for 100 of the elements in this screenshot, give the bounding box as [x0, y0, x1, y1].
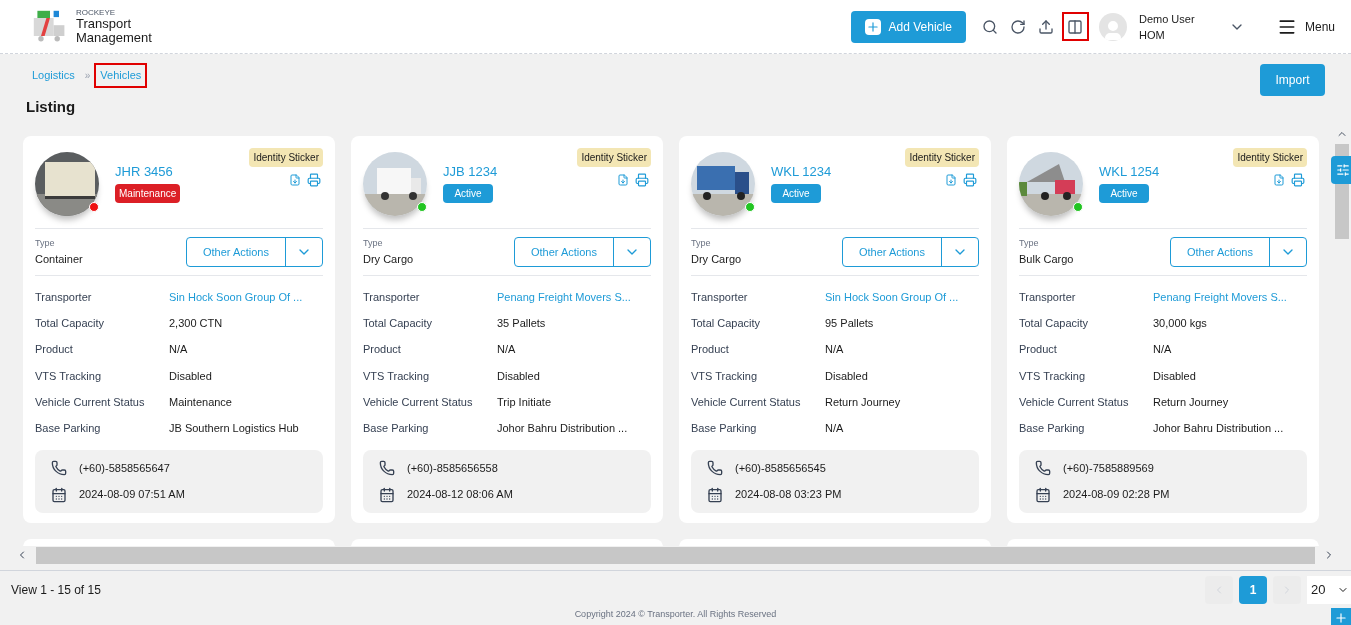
detail-label: Product — [35, 342, 74, 358]
detail-label: Base Parking — [691, 421, 758, 437]
calendar-icon — [707, 486, 723, 503]
detail-value: Trip Initiate — [497, 395, 551, 411]
detail-value: Johor Bahru Distribution ... — [497, 421, 628, 437]
brand-title: Management — [76, 31, 152, 45]
search-icon[interactable] — [981, 18, 998, 35]
type-label: Type — [363, 237, 384, 250]
detail-value: N/A — [169, 342, 188, 358]
type-label: Type — [691, 237, 712, 250]
detail-label: Total Capacity — [363, 316, 434, 332]
phone-number: (+60)-7585889569 — [1063, 460, 1154, 476]
phone-icon — [1035, 460, 1051, 477]
breadcrumb-link[interactable]: Logistics — [26, 63, 81, 88]
upload-icon[interactable] — [1037, 18, 1054, 35]
detail-label: VTS Tracking — [35, 368, 103, 384]
calendar-icon — [1035, 486, 1051, 503]
detail-label: Transporter — [691, 289, 749, 305]
page-title: Listing — [26, 96, 77, 117]
detail-label: Product — [691, 342, 730, 358]
identity-sticker-badge[interactable]: Identity Sticker — [1233, 148, 1307, 167]
detail-label: Total Capacity — [35, 316, 106, 332]
page-button[interactable]: 1 — [1239, 575, 1267, 604]
import-button[interactable]: Import — [1260, 64, 1325, 96]
detail-value: 30,000 kgs — [1153, 316, 1207, 332]
plus-icon — [1334, 611, 1348, 625]
type-value: Dry Cargo — [363, 251, 414, 267]
add-button[interactable] — [1331, 608, 1351, 625]
brand-small: ROCKEYE — [76, 8, 117, 17]
filter-button[interactable] — [1331, 156, 1351, 184]
plate-link[interactable]: JHR 3456 — [115, 164, 173, 180]
calendar-icon — [379, 486, 395, 503]
type-value: Bulk Cargo — [1019, 251, 1074, 267]
detail-value: Disabled — [497, 368, 540, 384]
phone-number: (+60)-8585656545 — [735, 460, 826, 476]
identity-sticker-badge[interactable]: Identity Sticker — [577, 148, 651, 167]
printer-icon[interactable] — [1291, 173, 1305, 187]
add-vehicle-button[interactable]: Add Vehicle — [850, 10, 966, 43]
page-size-select[interactable]: 20 — [1307, 575, 1351, 604]
transporter-link[interactable]: Penang Freight Movers S... — [1153, 288, 1287, 306]
printer-icon[interactable] — [963, 173, 977, 187]
calendar-icon — [51, 486, 67, 503]
sliders-icon — [1336, 163, 1350, 177]
phone-number: (+60)-5858565647 — [79, 460, 170, 476]
date-text: 2024-08-12 08:06 AM — [407, 487, 513, 503]
detail-label: Base Parking — [35, 421, 102, 437]
identity-sticker-badge[interactable]: Identity Sticker — [249, 148, 323, 167]
detail-label: Total Capacity — [1019, 316, 1090, 332]
file-download-icon[interactable] — [945, 173, 957, 187]
file-download-icon[interactable] — [617, 173, 629, 187]
detail-label: Product — [363, 342, 402, 358]
file-download-icon[interactable] — [1273, 173, 1285, 187]
plus-icon — [865, 19, 880, 34]
status-badge: Active — [1099, 184, 1149, 203]
type-label: Type — [35, 237, 56, 250]
detail-value: Disabled — [169, 368, 212, 384]
printer-icon[interactable] — [635, 173, 649, 187]
brand-title: Transport — [76, 17, 133, 31]
detail-label: Vehicle Current Status — [1019, 395, 1130, 411]
date-text: 2024-08-08 03:23 PM — [735, 487, 842, 503]
menu-button[interactable]: Menu — [1276, 16, 1335, 37]
plate-link[interactable]: JJB 1234 — [443, 164, 498, 180]
phone-number: (+60)-8585656558 — [407, 460, 498, 476]
phone-icon — [51, 460, 67, 477]
detail-label: Total Capacity — [691, 316, 762, 332]
transporter-link[interactable]: Penang Freight Movers S... — [497, 288, 631, 306]
detail-label: Base Parking — [1019, 421, 1086, 437]
user-role: HOM — [1138, 27, 1166, 43]
phone-icon — [379, 460, 395, 477]
refresh-icon[interactable] — [1009, 18, 1026, 35]
detail-value: Johor Bahru Distribution ... — [1153, 421, 1284, 437]
date-text: 2024-08-09 02:28 PM — [1063, 487, 1170, 503]
detail-value: N/A — [497, 342, 516, 358]
transporter-link[interactable]: Sin Hock Soon Group Of ... — [169, 288, 303, 306]
detail-value: N/A — [825, 421, 844, 437]
status-badge: Maintenance — [115, 184, 181, 203]
detail-value: N/A — [1153, 342, 1172, 358]
copyright-text: Copyright 2024 © Transporter. All Rights Reserved — [574, 608, 777, 621]
detail-label: Vehicle Current Status — [691, 395, 802, 411]
transporter-link[interactable]: Sin Hock Soon Group Of ... — [825, 288, 959, 306]
printer-icon[interactable] — [307, 173, 321, 187]
view-count: View 1 - 15 of 15 — [11, 581, 101, 599]
detail-value: JB Southern Logistics Hub — [169, 421, 299, 437]
detail-label: Transporter — [1019, 289, 1077, 305]
layout-button[interactable] — [1061, 12, 1089, 41]
file-download-icon[interactable] — [289, 173, 301, 187]
layout-icon — [1067, 18, 1084, 35]
detail-value: Disabled — [1153, 368, 1196, 384]
detail-value: 95 Pallets — [825, 316, 874, 332]
user-name: Demo User — [1138, 11, 1196, 27]
detail-value: Disabled — [825, 368, 868, 384]
detail-value: Return Journey — [825, 395, 901, 411]
breadcrumb-link[interactable]: Vehicles — [94, 63, 148, 88]
detail-value: 2,300 CTN — [169, 316, 223, 332]
plate-link[interactable]: WKL 1254 — [1099, 164, 1160, 180]
breadcrumb-separator: » — [84, 68, 91, 83]
plate-link[interactable]: WKL 1234 — [771, 164, 832, 180]
identity-sticker-badge[interactable]: Identity Sticker — [905, 148, 979, 167]
detail-value: Maintenance — [169, 395, 232, 411]
detail-value: N/A — [825, 342, 844, 358]
